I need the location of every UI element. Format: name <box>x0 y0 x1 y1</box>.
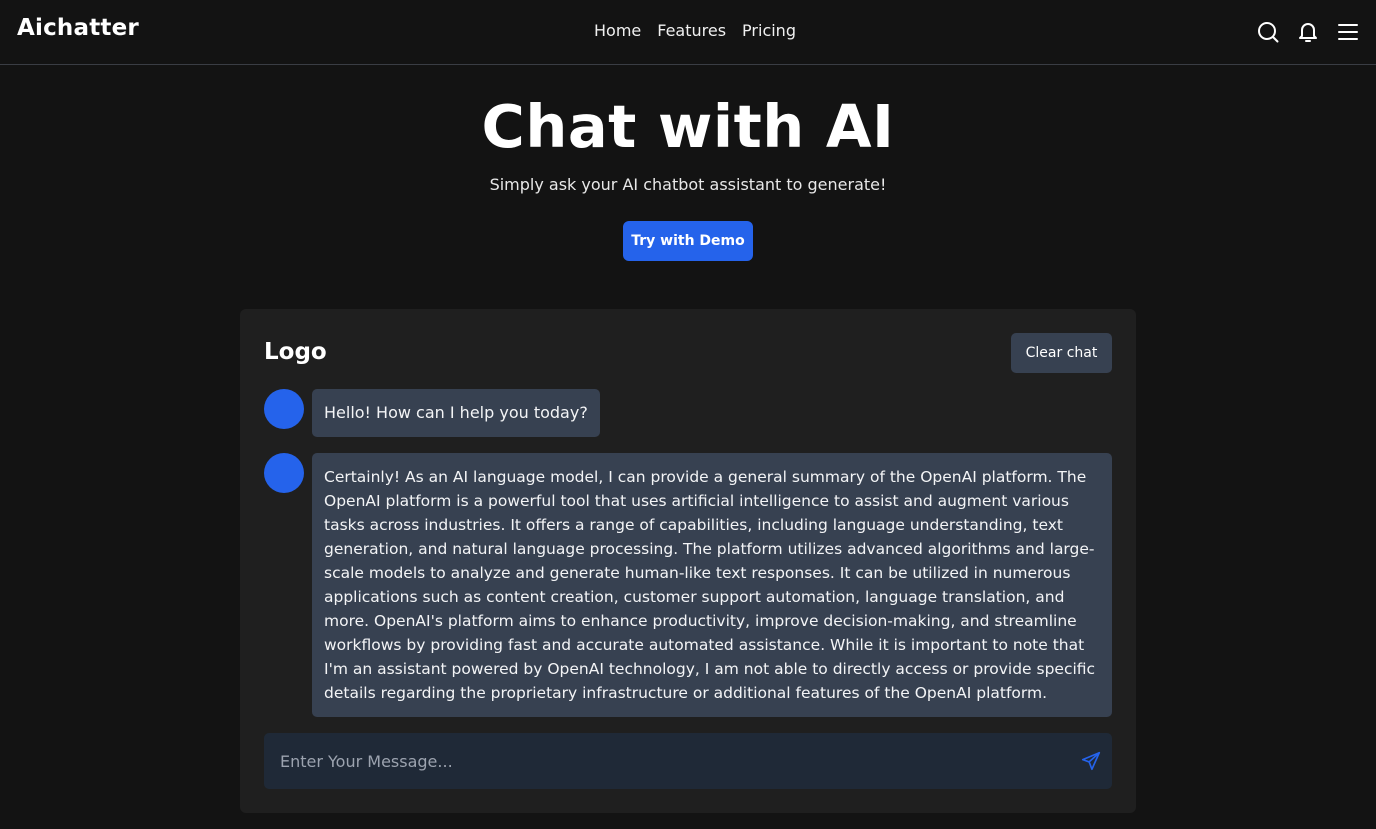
message-bubble: Certainly! As an AI language model, I ca… <box>312 453 1112 717</box>
nav-features-link[interactable]: Features <box>657 21 726 40</box>
message-composer <box>264 733 1112 789</box>
hero-title: Chat with AI <box>481 92 895 161</box>
nav-home-link[interactable]: Home <box>594 21 641 40</box>
nav-pricing-link[interactable]: Pricing <box>742 21 796 40</box>
main-nav: Home Features Pricing <box>594 21 796 40</box>
try-demo-button[interactable]: Try with Demo <box>623 221 753 261</box>
menu-icon[interactable] <box>1335 19 1361 45</box>
avatar <box>264 389 304 429</box>
brand-logo[interactable]: Aichatter <box>17 15 139 41</box>
bell-icon[interactable] <box>1295 19 1321 45</box>
clear-chat-button[interactable]: Clear chat <box>1011 333 1112 373</box>
top-navbar: Aichatter Home Features Pricing <box>0 0 1376 65</box>
search-icon[interactable] <box>1255 19 1281 45</box>
hero-subtitle: Simply ask your AI chatbot assistant to … <box>489 175 887 194</box>
send-plane-icon[interactable] <box>1078 748 1104 774</box>
chat-panel: Logo Clear chat Hello! How can I help yo… <box>240 309 1136 813</box>
message-input[interactable] <box>264 733 1064 789</box>
message-bubble: Hello! How can I help you today? <box>312 389 600 437</box>
chat-panel-title: Logo <box>264 339 327 365</box>
avatar <box>264 453 304 493</box>
